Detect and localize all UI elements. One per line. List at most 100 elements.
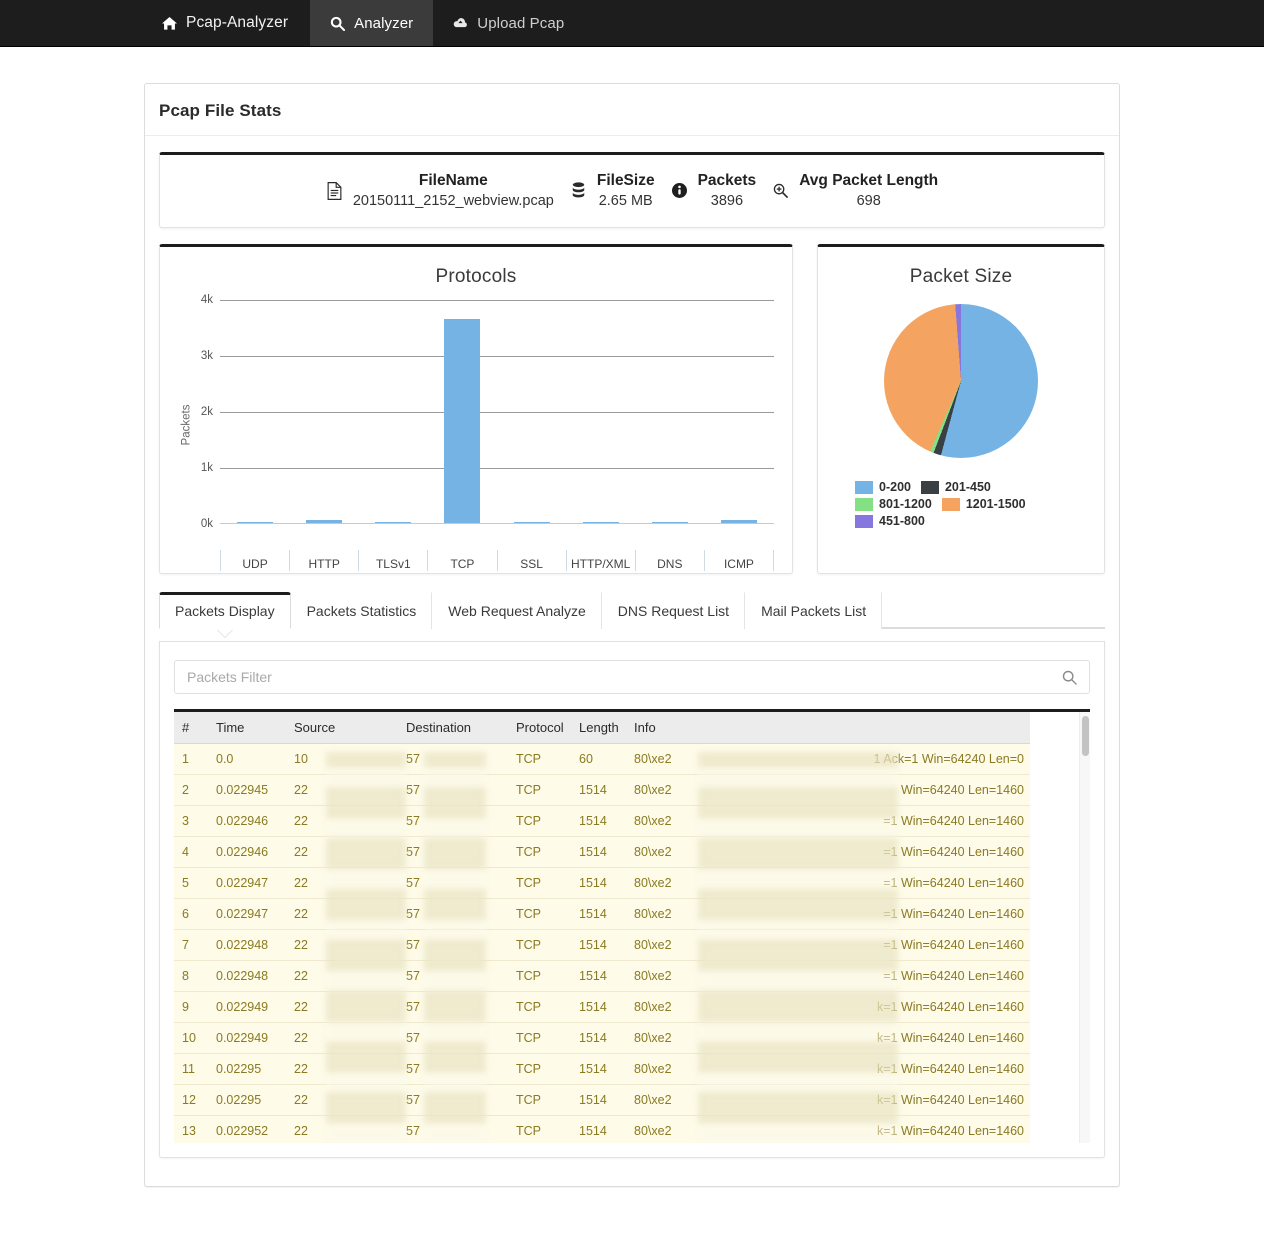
table-row[interactable]: 9 0.022949 22 57 TCP 1514 80\xe2 k=1 Win=64240 …	[174, 991, 1030, 1023]
legend-item[interactable]: 0-200	[855, 480, 911, 494]
legend-swatch	[941, 497, 960, 511]
cell-packet-info: 80\xe2 =1 Win=64240 Len=1460	[626, 805, 1030, 837]
tab-mail-packets-list[interactable]: Mail Packets List	[745, 592, 883, 629]
bar[interactable]	[582, 522, 619, 523]
col-header-length[interactable]: Length	[571, 712, 626, 744]
cell-packet-length: 60	[571, 743, 626, 775]
cell-packet-source: 22	[286, 991, 398, 1023]
search-icon[interactable]	[1056, 670, 1089, 685]
col-header-destination[interactable]: Destination	[398, 712, 508, 744]
col-header-num[interactable]: #	[174, 712, 208, 744]
cell-packet-num: 4	[174, 836, 208, 868]
packet-info-head: 80\xe2	[634, 876, 672, 890]
table-row[interactable]: 8 0.022948 22 57 TCP 1514 80\xe2 =1 Win=64240 L…	[174, 960, 1030, 992]
cell-packet-time: 0.022949	[208, 1022, 286, 1054]
packet-info-tail: =1 Win=64240 Len=1460	[883, 907, 1024, 921]
table-row[interactable]: 2 0.022945 22 57 TCP 1514 80\xe2 Win=64240 Len=…	[174, 774, 1030, 806]
bar[interactable]	[305, 519, 342, 523]
bar[interactable]	[513, 522, 550, 523]
tab-web-request-analyze[interactable]: Web Request Analyze	[432, 592, 602, 629]
nav-item-pcap-analyzer[interactable]: Pcap-Analyzer	[148, 0, 310, 46]
col-header-time[interactable]: Time	[208, 712, 286, 744]
scrollbar-thumb[interactable]	[1082, 716, 1089, 756]
packet-info-head: 80\xe2	[634, 814, 672, 828]
table-row[interactable]: 1 0.0 10 57 TCP 60 80\xe2 1 Ack=1 Win=64240 Len…	[174, 743, 1030, 775]
bar[interactable]	[375, 522, 412, 523]
cell-packet-num: 11	[174, 1053, 208, 1085]
packets-filter-box[interactable]	[174, 660, 1090, 694]
table-row[interactable]: 13 0.022952 22 57 TCP 1514 80\xe2 k=1 Win=64240…	[174, 1115, 1030, 1143]
packets-filter-input[interactable]	[175, 669, 1056, 685]
col-header-source[interactable]: Source	[286, 712, 398, 744]
y-axis-tick: 4k	[200, 294, 213, 306]
packet-size-plot-area: 0-200 201-450 801-1200 1201-1500 451-800	[826, 300, 1096, 531]
packet-info-tail: k=1 Win=64240 Len=1460	[877, 1124, 1024, 1138]
tab-packets-statistics[interactable]: Packets Statistics	[290, 592, 433, 629]
cell-packet-protocol: TCP	[508, 836, 571, 868]
packets-table-head: # Time Source Destination Protocol Lengt…	[174, 712, 1030, 744]
cell-packet-source: 22	[286, 774, 398, 806]
packets-table-scrollbar[interactable]	[1079, 712, 1090, 1143]
packet-info-tail: =1 Win=64240 Len=1460	[883, 845, 1024, 859]
cell-packet-num: 13	[174, 1115, 208, 1143]
bar[interactable]	[236, 522, 273, 523]
cell-packet-protocol: TCP	[508, 1115, 571, 1143]
cell-packet-length: 1514	[571, 867, 626, 899]
table-row[interactable]: 12 0.02295 22 57 TCP 1514 80\xe2 k=1 Win=64240 …	[174, 1084, 1030, 1116]
cell-packet-time: 0.02295	[208, 1084, 286, 1116]
cell-packet-info: 80\xe2 k=1 Win=64240 Len=1460	[626, 991, 1030, 1023]
col-header-info[interactable]: Info	[626, 712, 1030, 744]
bar[interactable]	[652, 521, 689, 523]
nav-item-upload-pcap[interactable]: Upload Pcap	[433, 0, 584, 46]
packets-table-scroll[interactable]: # Time Source Destination Protocol Lengt…	[174, 709, 1090, 1143]
cell-packet-length: 1514	[571, 991, 626, 1023]
cell-packet-destination: 57	[398, 1053, 508, 1085]
legend-label: 0-200	[879, 480, 911, 494]
table-row[interactable]: 10 0.022949 22 57 TCP 1514 80\xe2 k=1 Win=64240…	[174, 1022, 1030, 1054]
table-row[interactable]: 3 0.022946 22 57 TCP 1514 80\xe2 =1 Win=64240 L…	[174, 805, 1030, 837]
legend-item[interactable]: 201-450	[920, 480, 991, 494]
packet-info-head: 80\xe2	[634, 938, 672, 952]
cell-packet-num: 10	[174, 1022, 208, 1054]
cell-packet-num: 2	[174, 774, 208, 806]
tab-filler	[882, 592, 1105, 628]
legend-swatch	[855, 480, 873, 494]
x-axis-tick: DNS	[634, 550, 704, 571]
protocols-y-axis-label: Packets	[180, 404, 193, 446]
packet-info-tail: k=1 Win=64240 Len=1460	[877, 1062, 1024, 1076]
cell-packet-num: 7	[174, 929, 208, 961]
stat-label: Avg Packet Length	[799, 172, 939, 190]
table-row[interactable]: 11 0.02295 22 57 TCP 1514 80\xe2 k=1 Win=64240 …	[174, 1053, 1030, 1085]
table-row[interactable]: 5 0.022947 22 57 TCP 1514 80\xe2 =1 Win=64240 L…	[174, 867, 1030, 899]
packet-size-legend: 0-200 201-450 801-1200 1201-1500 451-800	[855, 480, 1067, 531]
cell-packet-protocol: TCP	[508, 960, 571, 992]
tab-dns-request-list[interactable]: DNS Request List	[601, 592, 746, 629]
cell-packet-destination: 57	[398, 836, 508, 868]
file-text-icon	[326, 181, 343, 201]
col-header-protocol[interactable]: Protocol	[508, 712, 571, 744]
protocols-plot-area: Packets 0k 1k 2k 3k 4k	[168, 294, 784, 550]
table-row[interactable]: 7 0.022948 22 57 TCP 1514 80\xe2 =1 Win=64240 L…	[174, 929, 1030, 961]
legend-item[interactable]: 801-1200	[855, 497, 932, 511]
tab-packets-display[interactable]: Packets Display	[159, 592, 291, 629]
cell-packet-time: 0.022952	[208, 1115, 286, 1143]
cell-packet-destination: 57	[398, 867, 508, 899]
bar[interactable]	[721, 520, 758, 523]
y-axis-tick: 2k	[200, 406, 213, 418]
cell-packet-num: 8	[174, 960, 208, 992]
cell-packet-info: 80\xe2 =1 Win=64240 Len=1460	[626, 929, 1030, 961]
legend-item[interactable]: 451-800	[855, 514, 925, 528]
home-icon	[162, 16, 177, 31]
cell-packet-protocol: TCP	[508, 898, 571, 930]
packet-size-pie	[884, 304, 1038, 458]
nav-item-analyzer[interactable]: Analyzer	[310, 0, 434, 46]
charts-row: Protocols Packets 0k 1k 2k 3k 4k UDP HTTP TLSv…	[159, 244, 1105, 574]
cell-packet-protocol: TCP	[508, 743, 571, 775]
cell-packet-length: 1514	[571, 1022, 626, 1054]
bar[interactable]	[444, 319, 481, 523]
table-row[interactable]: 4 0.022946 22 57 TCP 1514 80\xe2 =1 Win=64240 L…	[174, 836, 1030, 868]
table-row[interactable]: 6 0.022947 22 57 TCP 1514 80\xe2 =1 Win=64240 L…	[174, 898, 1030, 930]
cell-packet-destination: 57	[398, 929, 508, 961]
legend-item[interactable]: 1201-1500	[941, 497, 1026, 511]
bar-column-dns	[636, 300, 705, 523]
